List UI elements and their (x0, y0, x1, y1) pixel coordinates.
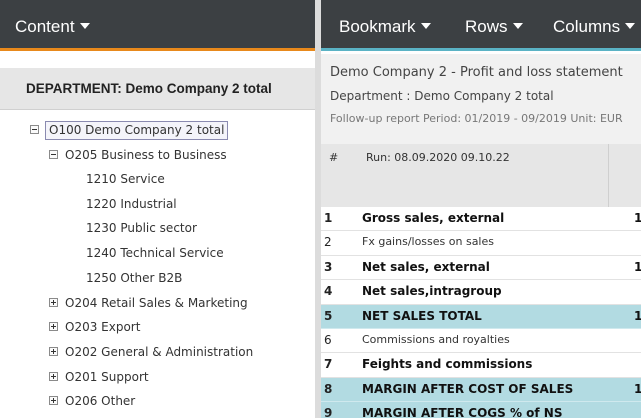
caret-down-icon (420, 22, 431, 29)
row-label: MARGIN AFTER COGS % of NS (362, 406, 563, 418)
collapse-icon[interactable] (30, 125, 39, 134)
tree-item-label: 1220 Industrial (86, 197, 177, 211)
row-value: 1 (634, 308, 641, 323)
expand-icon[interactable] (49, 322, 58, 331)
left-toolbar: Content (0, 0, 315, 51)
tree-item-label: 1250 Other B2B (86, 271, 183, 285)
collapse-icon[interactable] (49, 150, 58, 159)
tree-item[interactable]: 1210 Service (0, 169, 300, 189)
report-info: Follow-up report Period: 01/2019 - 09/20… (330, 112, 623, 125)
report-row[interactable]: 9 MARGIN AFTER COGS % of NS (321, 402, 641, 418)
tree-item[interactable]: O203 Export (0, 317, 300, 337)
expand-icon[interactable] (49, 372, 58, 381)
tree-item-label: 1240 Technical Service (86, 246, 224, 260)
tree-item-label: O205 Business to Business (65, 148, 227, 162)
row-value: 1 (634, 381, 641, 396)
tree-item[interactable]: O204 Retail Sales & Marketing (0, 293, 300, 313)
row-label: Net sales, external (362, 259, 490, 274)
tree-item-label: O204 Retail Sales & Marketing (65, 296, 248, 310)
row-number: 3 (324, 259, 333, 274)
report-header: Demo Company 2 - Profit and loss stateme… (321, 54, 641, 144)
row-number: 6 (324, 333, 332, 347)
department-header-label: DEPARTMENT: Demo Company 2 total (26, 81, 272, 96)
report-row[interactable]: 6 Commissions and royalties (321, 329, 641, 354)
content-pane: Content DEPARTMENT: Demo Company 2 total… (0, 0, 315, 418)
tree-item-label: O203 Export (65, 320, 141, 334)
tree-item[interactable]: 1240 Technical Service (0, 243, 300, 263)
rows-menu-button[interactable]: Rows (465, 0, 523, 51)
columns-menu-button[interactable]: Columns (553, 0, 636, 51)
bookmark-menu-button[interactable]: Bookmark (339, 0, 431, 51)
row-value: 1 (634, 259, 641, 274)
report-row[interactable]: 5 NET SALES TOTAL 1 (321, 304, 641, 329)
report-row[interactable]: 2 Fx gains/losses on sales (321, 231, 641, 256)
tree-item[interactable]: O206 Other (0, 391, 300, 411)
report-row[interactable]: 7 Feights and commissions (321, 353, 641, 378)
row-number: 2 (324, 235, 332, 250)
tree-item-label: O206 Other (65, 394, 136, 408)
report-department: Department : Demo Company 2 total (330, 89, 554, 103)
rows-menu-label: Rows (465, 17, 508, 36)
caret-down-icon (512, 22, 523, 29)
report-row[interactable]: 3 Net sales, external 1 (321, 255, 641, 281)
row-number: 8 (324, 381, 333, 396)
report-row[interactable]: 4 Net sales,intragroup (321, 280, 641, 305)
row-number-column-header: # (329, 151, 339, 164)
report-title: Demo Company 2 - Profit and loss stateme… (330, 65, 623, 80)
tree-item[interactable]: O201 Support (0, 367, 300, 387)
caret-down-icon (625, 22, 636, 29)
column-divider (608, 144, 609, 207)
tree-item-label: 1210 Service (86, 172, 165, 186)
content-menu-button[interactable]: Content (15, 0, 90, 51)
row-number: 5 (324, 308, 333, 323)
row-label: MARGIN AFTER COST OF SALES (362, 381, 574, 396)
columns-menu-label: Columns (553, 17, 621, 36)
row-label: Commissions and royalties (362, 333, 510, 346)
tree-item-label: O100 Demo Company 2 total (45, 121, 229, 140)
row-label: NET SALES TOTAL (362, 308, 482, 323)
caret-down-icon (79, 22, 90, 29)
column-header: # Run: 08.09.2020 09.10.22 (321, 144, 641, 207)
row-label: Gross sales, external (362, 211, 505, 225)
tree-item[interactable]: O205 Business to Business (0, 145, 300, 165)
tree-item[interactable]: 1230 Public sector (0, 218, 300, 238)
tree-item[interactable]: 1220 Industrial (0, 194, 300, 214)
expand-icon[interactable] (49, 298, 58, 307)
expand-icon[interactable] (49, 347, 58, 356)
row-label: Feights and commissions (362, 357, 533, 372)
right-toolbar: Bookmark Rows Columns (321, 0, 641, 51)
tree-item-label: O202 General & Administration (65, 345, 254, 359)
report-pane: Bookmark Rows Columns Demo Company 2 - P… (321, 0, 641, 418)
content-menu-label: Content (15, 17, 75, 36)
row-number: 1 (324, 211, 333, 225)
report-row[interactable]: 8 MARGIN AFTER COST OF SALES 1 (321, 377, 641, 403)
tree-item-label: 1230 Public sector (86, 221, 197, 235)
tree-item[interactable]: O100 Demo Company 2 total (0, 120, 300, 140)
tree-item-label: O201 Support (65, 370, 149, 384)
expand-icon[interactable] (49, 396, 58, 405)
row-value: 1 (634, 211, 641, 225)
tree-item[interactable]: 1250 Other B2B (0, 268, 300, 288)
row-label: Net sales,intragroup (362, 284, 502, 299)
tree-item[interactable]: O202 General & Administration (0, 342, 300, 362)
row-number: 9 (324, 406, 333, 418)
report-row[interactable]: 1 Gross sales, external 1 (321, 207, 641, 232)
department-header: DEPARTMENT: Demo Company 2 total (0, 68, 315, 110)
row-number: 4 (324, 284, 333, 299)
row-number: 7 (324, 357, 333, 372)
bookmark-menu-label: Bookmark (339, 17, 416, 36)
row-label: Fx gains/losses on sales (362, 235, 494, 249)
run-column-header: Run: 08.09.2020 09.10.22 (366, 151, 510, 164)
